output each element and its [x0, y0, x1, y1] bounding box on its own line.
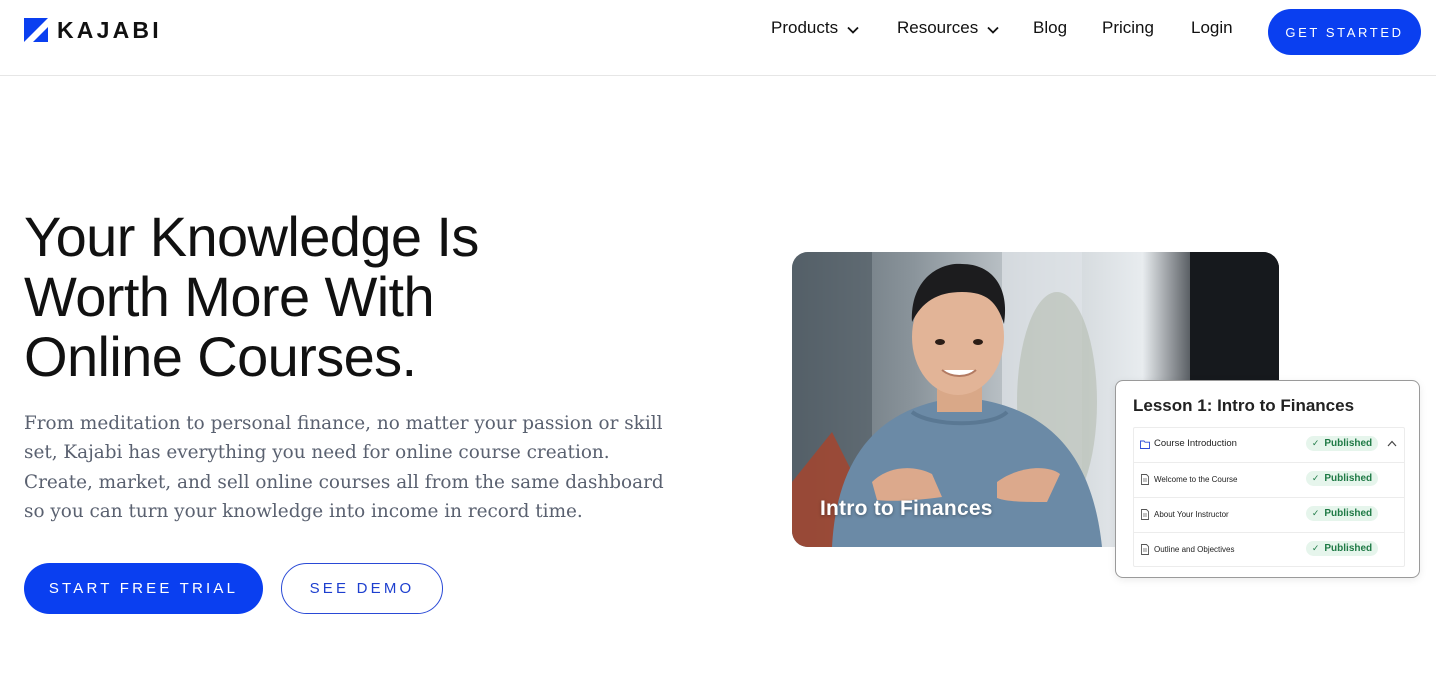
chevron-down-icon [987, 26, 999, 34]
lesson-row[interactable]: Welcome to the Course ✓ Published [1134, 463, 1404, 498]
folder-icon [1140, 440, 1150, 449]
hero-title-line: Online Courses. [24, 325, 417, 388]
video-caption: Intro to Finances [820, 497, 993, 520]
lesson-panel: Lesson 1: Intro to Finances Course Intro… [1115, 380, 1420, 578]
lesson-title: Lesson 1: Intro to Finances [1133, 396, 1355, 415]
lesson-row-label: Course Introduction [1154, 438, 1237, 449]
nav-resources[interactable]: Resources [897, 17, 999, 39]
published-badge: ✓ Published [1306, 506, 1378, 521]
published-badge: ✓ Published [1306, 471, 1378, 486]
check-icon: ✓ [1311, 473, 1320, 483]
published-badge-label: Published [1324, 438, 1373, 449]
nav-resources-label: Resources [897, 18, 979, 37]
hero-description-line: From meditation to personal finance, no … [24, 413, 663, 434]
chevron-down-icon [847, 26, 859, 34]
chevron-up-icon[interactable] [1387, 440, 1397, 447]
lesson-row[interactable]: Outline and Objectives ✓ Published [1134, 533, 1404, 568]
nav-login-label: Login [1191, 18, 1233, 37]
hero-description-line: Create, market, and sell online courses … [24, 471, 664, 493]
start-free-trial-button[interactable]: START FREE TRIAL [24, 563, 263, 614]
hero-title-line: Your Knowledge Is [24, 205, 479, 268]
lesson-list: Course Introduction ✓ Published Welcome t… [1133, 427, 1405, 567]
check-icon: ✓ [1311, 438, 1320, 448]
published-badge: ✓ Published [1306, 541, 1378, 556]
nav-pricing-label: Pricing [1102, 18, 1154, 37]
lesson-row-label: Outline and Objectives [1154, 545, 1235, 554]
lesson-row[interactable]: About Your Instructor ✓ Published [1134, 498, 1404, 533]
hero-title-line: Worth More With [24, 265, 435, 328]
nav-blog[interactable]: Blog [1033, 17, 1067, 39]
get-started-button[interactable]: GET STARTED [1268, 9, 1421, 55]
published-badge-label: Published [1324, 543, 1373, 554]
nav-blog-label: Blog [1033, 18, 1068, 37]
nav-login[interactable]: Login [1191, 17, 1233, 39]
see-demo-button[interactable]: SEE DEMO [281, 563, 443, 614]
check-icon: ✓ [1311, 543, 1320, 553]
document-icon [1141, 544, 1149, 555]
hero-description-line: set, Kajabi has everything you need for … [24, 442, 610, 464]
hero-description-line: so you can turn your knowledge into inco… [24, 500, 583, 522]
nav-products[interactable]: Products [771, 17, 859, 39]
published-badge-label: Published [1324, 473, 1373, 484]
hero-title: Your Knowledge Is Worth More With Online… [24, 207, 644, 387]
check-icon: ✓ [1311, 508, 1320, 518]
lesson-row-section[interactable]: Course Introduction ✓ Published [1134, 428, 1404, 463]
published-badge-label: Published [1324, 508, 1373, 519]
main-nav: Products Resources Blog Pricing Login [0, 17, 1436, 41]
published-badge: ✓ Published [1306, 436, 1378, 451]
document-icon [1141, 474, 1149, 485]
lesson-row-label: Welcome to the Course [1154, 475, 1238, 484]
nav-products-label: Products [771, 18, 839, 37]
site-header: KAJABI Products Resources Blog Pricing L… [0, 0, 1436, 76]
document-icon [1141, 509, 1149, 520]
nav-pricing[interactable]: Pricing [1102, 17, 1154, 39]
hero-description: From meditation to personal finance, no … [24, 409, 664, 526]
lesson-row-label: About Your Instructor [1154, 510, 1229, 519]
